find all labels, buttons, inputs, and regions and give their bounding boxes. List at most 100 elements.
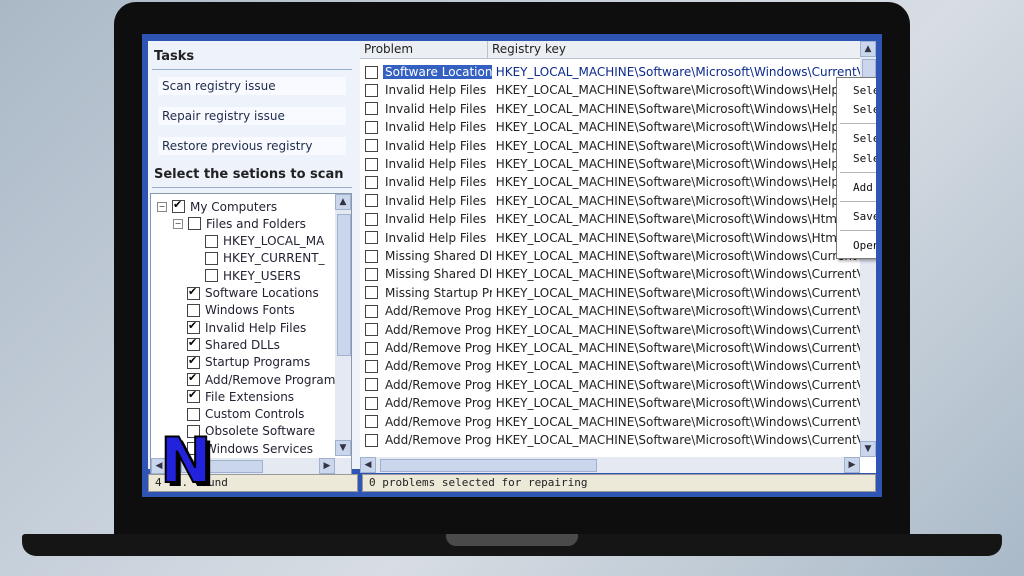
table-row[interactable]: Missing Shared Dlls HKEY_LOCAL_MACHINE\So… <box>360 247 860 265</box>
table-row[interactable]: Add/Remove Prog... HKEY_LOCAL_MACHINE\Sof… <box>360 339 860 357</box>
tree-item[interactable]: Custom Controls <box>173 406 304 423</box>
scroll-down-icon[interactable]: ▼ <box>860 441 876 457</box>
table-row[interactable]: Invalid Help Files HKEY_LOCAL_MACHINE\Sof… <box>360 118 860 136</box>
tree-item-checkbox[interactable] <box>188 217 201 231</box>
table-row[interactable]: Missing Shared Dlls HKEY_LOCAL_MACHINE\So… <box>360 265 860 283</box>
scroll-right-icon[interactable]: ▶ <box>844 457 860 473</box>
table-row[interactable]: Add/Remove Prog... HKEY_LOCAL_MACHINE\Sof… <box>360 357 860 375</box>
row-checkbox[interactable] <box>365 175 378 189</box>
table-row[interactable]: Invalid Help Files HKEY_LOCAL_MACHINE\Sof… <box>360 210 860 228</box>
menu-open-in-regedit[interactable]: Open in RegEdit... <box>853 239 876 252</box>
results-horizontal-scrollbar[interactable]: ◀ ▶ <box>360 457 860 473</box>
tree-item-checkbox[interactable] <box>187 303 200 317</box>
table-row[interactable]: Add/Remove Prog... HKEY_LOCAL_MACHINE\Sof… <box>360 431 860 449</box>
row-checkbox[interactable] <box>365 396 378 410</box>
scroll-up-icon[interactable]: ▲ <box>335 194 351 210</box>
table-row[interactable]: Add/Remove Prog... HKEY_LOCAL_MACHINE\Sof… <box>360 413 860 431</box>
tree-item-checkbox[interactable] <box>187 285 200 300</box>
row-checkbox[interactable] <box>365 212 378 226</box>
tree-item[interactable]: HKEY_CURRENT_ <box>191 250 325 267</box>
table-row[interactable]: Invalid Help Files HKEY_LOCAL_MACHINE\Sof… <box>360 100 860 118</box>
table-row[interactable]: Add/Remove Prog... HKEY_LOCAL_MACHINE\Sof… <box>360 394 860 412</box>
scan-registry-link[interactable]: Scan registry issue <box>158 77 346 95</box>
menu-select-none[interactable]: Select None <box>853 132 876 145</box>
tree-item[interactable]: HKEY_USERS <box>191 267 301 284</box>
scroll-thumb[interactable] <box>380 459 597 472</box>
tree-item-checkbox[interactable] <box>187 407 200 421</box>
column-header-problem[interactable]: Problem <box>360 41 488 59</box>
table-row[interactable]: Missing Startup Pr...HKEY_LOCAL_MACHINE\… <box>360 284 860 302</box>
tree-item[interactable]: File Extensions <box>173 388 294 405</box>
tree-item-checkbox[interactable] <box>205 251 218 265</box>
scroll-up-icon[interactable]: ▲ <box>860 41 876 57</box>
collapse-icon[interactable]: − <box>173 218 183 229</box>
tree-item[interactable]: Shared DLLs <box>173 336 280 353</box>
tree-item[interactable]: Software Locations <box>173 285 319 302</box>
tree-item-checkbox[interactable] <box>205 269 218 283</box>
row-checkbox[interactable] <box>365 341 378 355</box>
row-checkbox[interactable] <box>365 415 378 429</box>
row-checkbox[interactable] <box>365 139 378 153</box>
menu-select-none-of-type[interactable]: Select None of Type <box>853 152 876 165</box>
tree-item-checkbox[interactable] <box>205 234 218 248</box>
row-checkbox[interactable] <box>365 267 378 281</box>
row-checkbox[interactable] <box>365 83 378 97</box>
row-checkbox[interactable] <box>365 359 378 373</box>
row-checkbox[interactable] <box>365 323 378 337</box>
registry-key-cell: HKEY_LOCAL_MACHINE\Software\Microsoft\Wi… <box>495 414 860 429</box>
tree-item-checkbox[interactable] <box>187 388 200 404</box>
scroll-thumb[interactable] <box>337 214 351 356</box>
problem-cell: Add/Remove Prog... <box>360 415 492 429</box>
logo-letter: N <box>160 432 212 492</box>
table-row[interactable]: Add/Remove Prog... HKEY_LOCAL_MACHINE\Sof… <box>360 376 860 394</box>
row-checkbox[interactable] <box>365 433 378 447</box>
table-row[interactable]: Invalid Help Files HKEY_LOCAL_MACHINE\Sof… <box>360 173 860 191</box>
menu-select-all[interactable]: Select All <box>853 84 876 97</box>
tree-item[interactable]: Startup Programs <box>173 354 310 371</box>
row-checkbox[interactable] <box>365 286 378 300</box>
menu-add-to-ignore-lists[interactable]: Add to Ignore Lists <box>853 181 876 194</box>
tree-item[interactable]: Invalid Help Files <box>173 319 306 336</box>
row-checkbox[interactable] <box>365 231 378 245</box>
tree-item[interactable]: HKEY_LOCAL_MA <box>191 233 324 250</box>
row-checkbox[interactable] <box>365 249 378 263</box>
tree-item-checkbox[interactable] <box>187 336 200 352</box>
tree-item-checkbox[interactable] <box>187 354 200 369</box>
restore-registry-link[interactable]: Restore previous registry <box>158 137 346 155</box>
tree-item-checkbox[interactable] <box>187 319 200 335</box>
menu-separator <box>840 230 876 231</box>
menu-save-to-text-file[interactable]: Save to Text File... <box>853 210 876 223</box>
scroll-right-icon[interactable]: ▶ <box>319 458 335 474</box>
problem-text: Invalid Help Files <box>385 175 487 190</box>
tree-item[interactable]: − My Computers <box>157 198 277 215</box>
row-checkbox[interactable] <box>365 304 378 318</box>
repair-registry-link[interactable]: Repair registry issue <box>158 107 346 125</box>
tree-item-checkbox[interactable] <box>172 198 185 213</box>
scroll-down-icon[interactable]: ▼ <box>335 440 351 456</box>
table-row[interactable]: Invalid Help Files HKEY_LOCAL_MACHINE\Sof… <box>360 137 860 155</box>
tree-vertical-scrollbar[interactable]: ▲ ▼ <box>335 194 351 456</box>
row-checkbox[interactable] <box>365 120 378 134</box>
problem-text: Invalid Help Files <box>385 193 487 208</box>
row-checkbox[interactable] <box>365 378 378 392</box>
collapse-icon[interactable]: − <box>157 201 167 212</box>
tree-item[interactable]: Windows Fonts <box>173 302 295 319</box>
tree-item[interactable]: − Files and Folders <box>173 215 306 232</box>
tree-item-checkbox[interactable] <box>187 371 200 386</box>
table-row[interactable]: Invalid Help Files HKEY_LOCAL_MACHINE\Sof… <box>360 229 860 247</box>
row-checkbox[interactable] <box>365 194 378 208</box>
table-row[interactable]: Invalid Help Files HKEY_LOCAL_MACHINE\Sof… <box>360 192 860 210</box>
row-checkbox[interactable] <box>365 102 378 116</box>
menu-select-all-of-type[interactable]: Select All of Type <box>853 103 876 116</box>
row-checkbox[interactable] <box>365 157 378 171</box>
row-checkbox[interactable] <box>365 65 378 79</box>
table-row[interactable]: Invalid Help Files HKEY_LOCAL_MACHINE\Sof… <box>360 155 860 173</box>
table-row[interactable]: Add/Remove Prog... HKEY_LOCAL_MACHINE\Sof… <box>360 321 860 339</box>
table-row[interactable]: Invalid Help Files HKEY_LOCAL_MACHINE\Sof… <box>360 81 860 99</box>
table-row[interactable]: Add/Remove Prog... HKEY_LOCAL_MACHINE\Sof… <box>360 302 860 320</box>
tree-item[interactable]: Add/Remove Programs <box>173 371 342 388</box>
table-row[interactable]: Software Location...HKEY_LOCAL_MACHINE\S… <box>360 63 860 81</box>
column-header-registry-key[interactable]: Registry key <box>488 41 860 59</box>
registry-key-cell: HKEY_LOCAL_MACHINE\Software\Microsoft\Wi… <box>495 65 860 79</box>
scroll-left-icon[interactable]: ◀ <box>360 457 376 473</box>
